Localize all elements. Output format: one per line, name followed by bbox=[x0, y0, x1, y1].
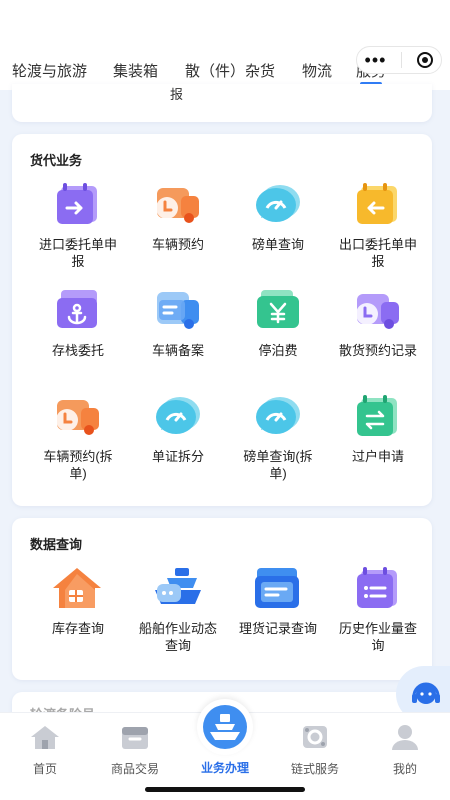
item-label: 船舶作业动态查询 bbox=[138, 621, 217, 653]
item-label: 过户申请 bbox=[351, 449, 404, 464]
document-split-item[interactable]: 单证拆分 bbox=[128, 392, 228, 465]
cargo-agency-section: 货代业务 进口委托单申报 车辆预约 磅单查询 出口委托单申报 存栈委托 车辆备案… bbox=[12, 134, 432, 506]
item-label: 存栈委托 bbox=[51, 343, 104, 358]
bulk-reservation-record-item[interactable]: 散货预约记录 bbox=[328, 286, 428, 359]
truck-clock-icon bbox=[51, 392, 105, 440]
item-label: 磅单查询(拆单) bbox=[243, 449, 313, 481]
home-icon bbox=[31, 726, 59, 749]
tab-bulk-cargo[interactable]: 散（件）杂货 bbox=[185, 60, 275, 81]
truck-document-icon bbox=[151, 286, 205, 334]
headset-icon bbox=[412, 682, 440, 704]
close-target-icon[interactable] bbox=[417, 52, 434, 68]
miniapp-capsule: ••• bbox=[356, 46, 442, 74]
warehouse-icon bbox=[51, 564, 105, 612]
truck-clock-icon bbox=[151, 180, 205, 228]
item-label: 停泊费 bbox=[258, 343, 298, 358]
item-label: 车辆预约 bbox=[151, 237, 204, 252]
nav-label: 业务办理 bbox=[200, 761, 249, 775]
transfer-application-item[interactable]: 过户申请 bbox=[328, 392, 428, 465]
item-label: 出口委托单申报 bbox=[338, 237, 417, 269]
weighbill-query-split-item[interactable]: 磅单查询(拆单) bbox=[228, 392, 328, 482]
gauge-bubble-icon bbox=[251, 392, 305, 440]
nav-label: 首页 bbox=[32, 762, 57, 776]
vehicle-registration-item[interactable]: 车辆备案 bbox=[128, 286, 228, 359]
tally-record-query-item[interactable]: 理货记录查询 bbox=[228, 564, 328, 637]
historical-volume-query-item[interactable]: 历史作业量查询 bbox=[328, 564, 428, 654]
truck-clock-icon bbox=[351, 286, 405, 334]
previous-section-card: 报 bbox=[12, 84, 432, 122]
section-title: 数据查询 bbox=[30, 537, 83, 552]
tab-container[interactable]: 集装箱 bbox=[113, 60, 158, 81]
capsule-divider bbox=[401, 52, 403, 68]
item-label: 进口委托单申报 bbox=[38, 237, 117, 269]
more-icon[interactable]: ••• bbox=[365, 51, 387, 69]
storage-entrust-item[interactable]: 存栈委托 bbox=[28, 286, 128, 359]
nav-home[interactable]: 首页 bbox=[0, 723, 90, 777]
nav-active-bubble bbox=[197, 699, 253, 755]
calendar-arrow-right-icon bbox=[51, 180, 105, 228]
tab-logistics[interactable]: 物流 bbox=[302, 60, 332, 81]
nav-chain-service[interactable]: 链式服务 bbox=[270, 723, 360, 777]
item-label: 车辆备案 bbox=[151, 343, 204, 358]
item-label: 历史作业量查询 bbox=[338, 621, 417, 653]
item-label: 理货记录查询 bbox=[238, 621, 317, 636]
nav-profile[interactable]: 我的 bbox=[360, 723, 450, 777]
anchor-box-icon bbox=[51, 286, 105, 334]
ship-chat-icon bbox=[151, 564, 205, 612]
data-query-section: 数据查询 库存查询 船舶作业动态查询 理货记录查询 历史作业量查询 bbox=[12, 518, 432, 680]
import-entrust-declare-item[interactable]: 进口委托单申报 bbox=[28, 180, 128, 270]
item-label: 磅单查询 bbox=[251, 237, 304, 252]
item-label: 单证拆分 bbox=[151, 449, 204, 464]
ship-operation-query-item[interactable]: 船舶作业动态查询 bbox=[128, 564, 228, 654]
item-label: 车辆预约(拆单) bbox=[43, 449, 113, 481]
nav-trading[interactable]: 商品交易 bbox=[90, 723, 180, 777]
item-label: 库存查询 bbox=[51, 621, 104, 636]
nav-label: 我的 bbox=[392, 762, 417, 776]
vehicle-reservation-split-item[interactable]: 车辆预约(拆单) bbox=[28, 392, 128, 482]
nav-business[interactable]: 业务办理 bbox=[180, 699, 270, 776]
vehicle-reservation-item[interactable]: 车辆预约 bbox=[128, 180, 228, 253]
nav-label: 商品交易 bbox=[110, 762, 159, 776]
ship-icon bbox=[203, 705, 247, 749]
calendar-arrow-left-icon bbox=[351, 180, 405, 228]
gauge-bubble-icon bbox=[251, 180, 305, 228]
yuan-wallet-icon bbox=[251, 286, 305, 334]
calendar-transfer-icon bbox=[351, 392, 405, 440]
previous-card-text-fragment: 报 bbox=[170, 87, 184, 102]
inventory-query-item[interactable]: 库存查询 bbox=[28, 564, 128, 637]
export-entrust-declare-item[interactable]: 出口委托单申报 bbox=[328, 180, 428, 270]
berthing-fee-item[interactable]: 停泊费 bbox=[228, 286, 328, 359]
tab-ferry-tourism[interactable]: 轮渡与旅游 bbox=[12, 60, 87, 81]
calendar-list-icon bbox=[351, 564, 405, 612]
chain-service-icon bbox=[303, 726, 327, 748]
user-icon bbox=[392, 725, 418, 750]
status-bar-area bbox=[0, 0, 450, 44]
section-title: 货代业务 bbox=[30, 153, 83, 168]
shop-icon bbox=[122, 727, 148, 749]
weighbill-query-item[interactable]: 磅单查询 bbox=[228, 180, 328, 253]
document-stack-icon bbox=[251, 564, 305, 612]
gauge-bubble-icon bbox=[151, 392, 205, 440]
item-label: 散货预约记录 bbox=[338, 343, 417, 358]
nav-label: 链式服务 bbox=[290, 762, 339, 776]
home-indicator bbox=[145, 787, 305, 792]
